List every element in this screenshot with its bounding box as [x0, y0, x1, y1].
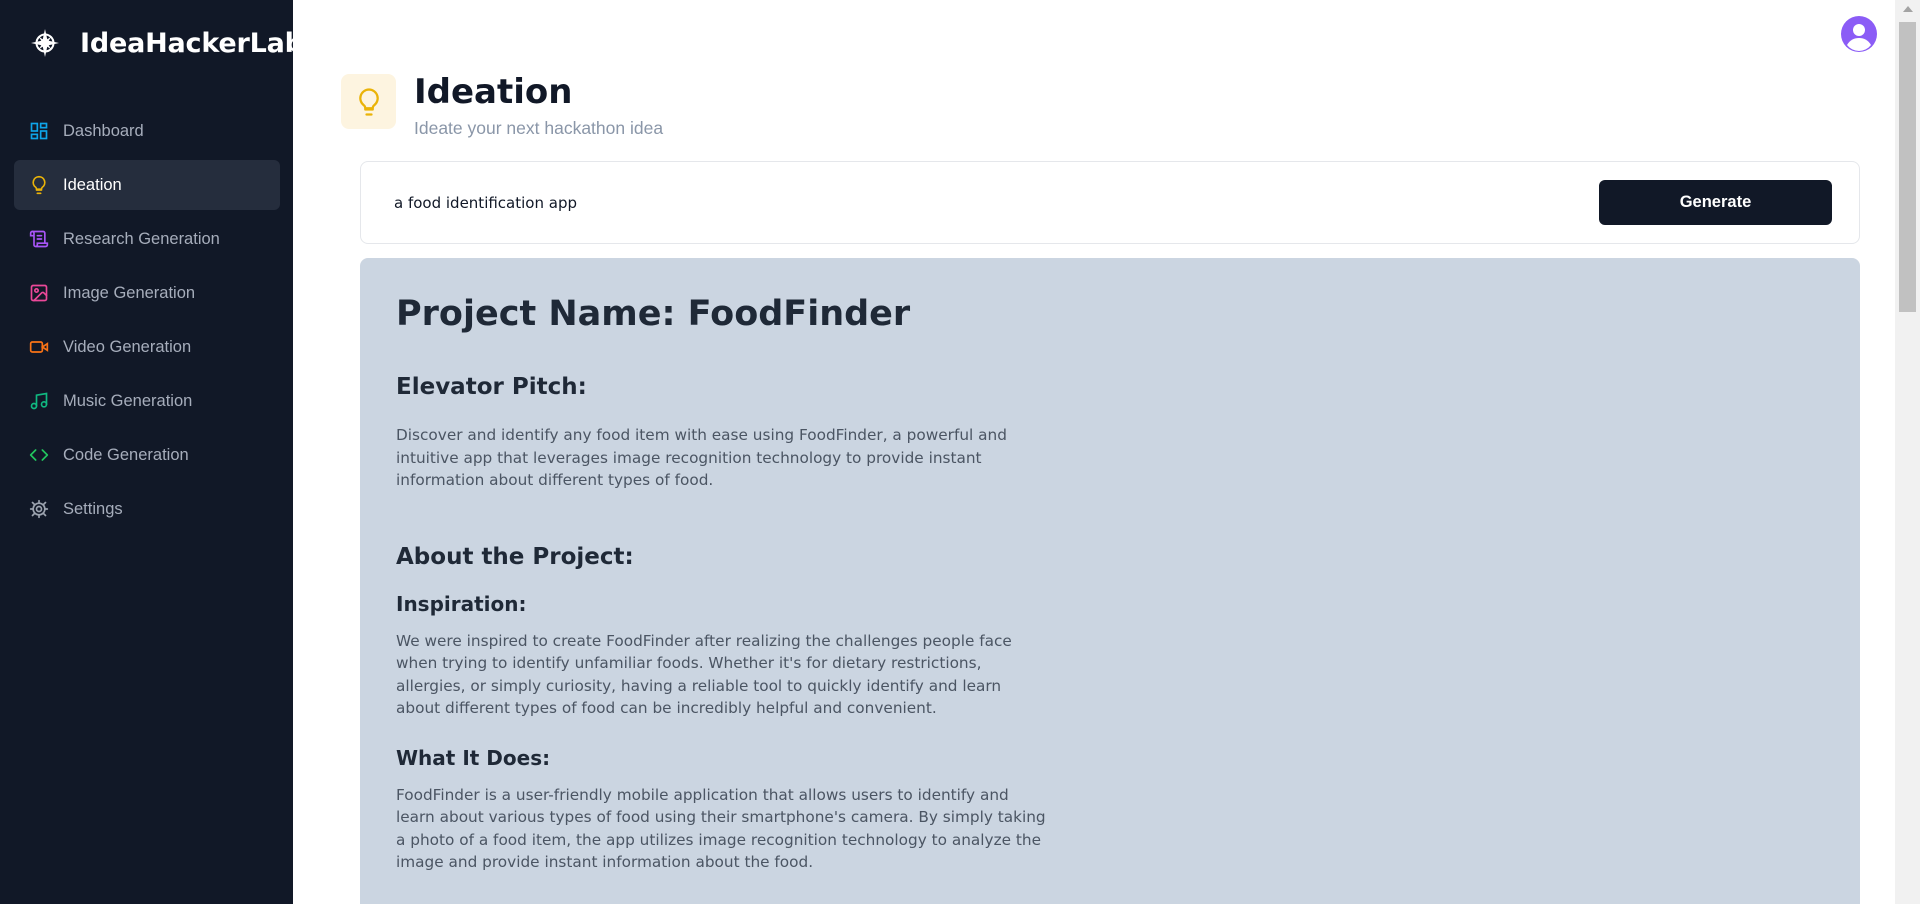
dashboard-icon	[28, 120, 50, 142]
page-subtitle: Ideate your next hackathon idea	[414, 118, 664, 138]
inspiration-text: We were inspired to create FoodFinder af…	[396, 631, 1012, 718]
inspiration-heading: Inspiration:	[396, 591, 527, 616]
image-icon	[28, 282, 50, 304]
pitch-heading: Elevator Pitch:	[396, 374, 587, 400]
page-header: Ideation Ideate your next hackathon idea	[341, 74, 663, 139]
scroll-up-arrow-icon[interactable]	[1903, 6, 1913, 12]
scrollbar-thumb[interactable]	[1899, 22, 1916, 312]
generated-idea-panel: Project Name: FoodFinder Elevator Pitch:…	[360, 258, 1860, 904]
sidebar-item-video-generation[interactable]: Video Generation	[14, 322, 280, 372]
sidebar-item-label: Dashboard	[63, 121, 144, 140]
code-icon	[28, 444, 50, 466]
lightbulb-icon	[341, 74, 396, 129]
what-it-does-heading: What It Does:	[396, 745, 551, 770]
sidebar-item-label: Ideation	[63, 175, 122, 194]
sidebar-item-research-generation[interactable]: Research Generation	[14, 214, 280, 264]
brand[interactable]: IdeaHackerLab	[28, 26, 304, 60]
lightbulb-icon	[28, 174, 50, 196]
video-icon	[28, 336, 50, 358]
sidebar-item-label: Code Generation	[63, 445, 189, 464]
what-it-does-text: FoodFinder is a user-friendly mobile app…	[396, 785, 1046, 872]
sidebar-item-label: Research Generation	[63, 229, 220, 248]
generate-button[interactable]: Generate	[1599, 180, 1832, 225]
compass-logo-icon	[28, 26, 62, 60]
sidebar-item-image-generation[interactable]: Image Generation	[14, 268, 280, 318]
sidebar-nav: Dashboard Ideation Research Generation I…	[14, 106, 280, 538]
about-heading: About the Project:	[396, 543, 634, 570]
idea-prompt-input[interactable]	[394, 186, 1544, 220]
user-avatar-icon	[1841, 16, 1877, 52]
sidebar-item-label: Settings	[63, 499, 123, 518]
sidebar-item-ideation[interactable]: Ideation	[14, 160, 280, 210]
prompt-form: Generate	[360, 161, 1860, 244]
music-icon	[28, 390, 50, 412]
gear-icon	[28, 498, 50, 520]
sidebar: IdeaHackerLab Dashboard Ideation Researc…	[0, 0, 304, 904]
sidebar-item-code-generation[interactable]: Code Generation	[14, 430, 280, 480]
user-avatar[interactable]	[1841, 16, 1877, 52]
sidebar-item-settings[interactable]: Settings	[14, 484, 280, 534]
sidebar-item-label: Image Generation	[63, 283, 196, 302]
project-title: Project Name: FoodFinder	[396, 294, 911, 334]
page-title: Ideation	[414, 72, 573, 112]
scroll-icon	[28, 228, 50, 250]
pitch-text: Discover and identify any food item with…	[396, 426, 1007, 489]
sidebar-item-dashboard[interactable]: Dashboard	[14, 106, 280, 156]
app-name: IdeaHackerLab	[80, 27, 304, 59]
sidebar-item-label: Music Generation	[63, 391, 193, 410]
sidebar-item-label: Video Generation	[63, 337, 192, 356]
page-scrollbar[interactable]	[1895, 0, 1920, 904]
main-content: Ideation Ideate your next hackathon idea…	[293, 0, 1895, 904]
sidebar-item-music-generation[interactable]: Music Generation	[14, 376, 280, 426]
